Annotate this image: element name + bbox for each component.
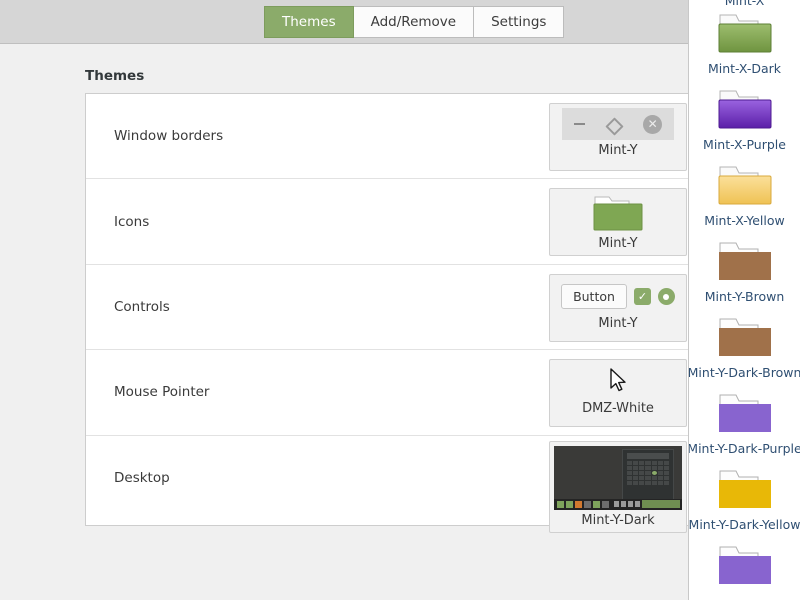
chooser-item-label: Mint-X bbox=[725, 0, 765, 8]
folder-icon-wrap bbox=[716, 10, 774, 58]
chooser-item-label: Mint-X-Dark bbox=[708, 61, 781, 76]
tab-settings-label: Settings bbox=[491, 14, 546, 30]
folder-icon bbox=[716, 240, 774, 284]
header-bar: Themes Add/Remove Settings bbox=[0, 0, 800, 44]
list-item[interactable]: Mint-Y-Dark-Yellow bbox=[689, 466, 800, 542]
mouse-pointer-preview-button[interactable]: DMZ-White bbox=[549, 359, 687, 427]
list-item[interactable]: Mint-Y-Dark-Purple bbox=[689, 390, 800, 466]
folder-icon bbox=[716, 544, 774, 588]
tab-settings[interactable]: Settings bbox=[474, 6, 564, 38]
chooser-item-label: Mint-X-Purple bbox=[703, 137, 786, 152]
restore-icon bbox=[608, 119, 619, 130]
folder-icon bbox=[716, 88, 774, 132]
themes-list-panel: Window borders ✕ Mint-Y Icons bbox=[85, 93, 697, 526]
page-title: Themes bbox=[85, 68, 144, 84]
window-buttons-strip: ✕ bbox=[562, 108, 674, 140]
tab-themes[interactable]: Themes bbox=[264, 6, 354, 38]
list-item[interactable]: Mint-X bbox=[689, 0, 800, 10]
calendar-popup-thumb bbox=[622, 449, 674, 503]
window-borders-value: Mint-Y bbox=[550, 140, 686, 162]
sample-button: Button bbox=[561, 284, 627, 309]
folder-icon bbox=[716, 468, 774, 512]
chooser-item-label: Mint-X-Yellow bbox=[704, 213, 784, 228]
list-item[interactable]: Mint-Y-Dark-Brown bbox=[689, 314, 800, 390]
row-label-icons: Icons bbox=[114, 214, 149, 230]
row-label-controls: Controls bbox=[114, 299, 170, 315]
minimize-icon bbox=[574, 123, 585, 125]
chooser-item-label: Mint-Y-Dark-Brown bbox=[688, 365, 800, 380]
folder-icon-wrap bbox=[716, 238, 774, 286]
tab-add-remove-label: Add/Remove bbox=[371, 14, 456, 30]
chooser-item-label: Mint-Y-Dark-Yellow bbox=[689, 517, 800, 532]
chooser-item-label: Mint-Y-Dark-Purple bbox=[688, 441, 800, 456]
radio-icon bbox=[658, 288, 675, 305]
controls-preview-button[interactable]: Button ✓ Mint-Y bbox=[549, 274, 687, 342]
checkbox-icon: ✓ bbox=[634, 288, 651, 305]
controls-preview-graphic: Button ✓ bbox=[561, 281, 675, 313]
folder-icon bbox=[716, 316, 774, 360]
folder-icon bbox=[591, 193, 645, 233]
table-row: Desktop bbox=[86, 436, 696, 521]
folder-icon-wrap bbox=[716, 162, 774, 210]
desktop-thumbnail bbox=[554, 446, 682, 510]
theme-chooser-popup: Mint-X Mint-X-Dark Mint-X-Purple bbox=[688, 0, 800, 600]
window-borders-preview-button[interactable]: ✕ Mint-Y bbox=[549, 103, 687, 171]
folder-icon-wrap bbox=[716, 390, 774, 438]
chooser-item-label: Mint-Y-Brown bbox=[705, 289, 785, 304]
tab-bar: Themes Add/Remove Settings bbox=[264, 6, 564, 38]
folder-icon bbox=[716, 392, 774, 436]
folder-icon bbox=[716, 12, 774, 56]
mouse-pointer-value: DMZ-White bbox=[550, 398, 686, 420]
folder-icon-wrap bbox=[716, 314, 774, 362]
icons-preview-graphic bbox=[591, 193, 645, 233]
cursor-preview-graphic bbox=[608, 364, 628, 398]
folder-icon-wrap bbox=[716, 86, 774, 134]
folder-icon-wrap bbox=[716, 466, 774, 514]
list-item[interactable]: Mint-X-Purple bbox=[689, 86, 800, 162]
table-row: Controls Button ✓ Mint-Y bbox=[86, 265, 696, 350]
icons-preview-button[interactable]: Mint-Y bbox=[549, 188, 687, 256]
row-label-window-borders: Window borders bbox=[114, 128, 223, 144]
table-row: Icons Mint-Y bbox=[86, 179, 696, 264]
row-label-desktop: Desktop bbox=[114, 470, 170, 486]
folder-icon bbox=[716, 164, 774, 208]
desktop-value: Mint-Y-Dark bbox=[550, 510, 686, 532]
folder-icon-wrap bbox=[716, 542, 774, 590]
desktop-preview-button[interactable]: Mint-Y-Dark bbox=[549, 441, 687, 533]
table-row: Window borders ✕ Mint-Y bbox=[86, 94, 696, 179]
list-item[interactable]: Mint-Y-Brown bbox=[689, 238, 800, 314]
row-label-mouse-pointer: Mouse Pointer bbox=[114, 384, 209, 400]
tab-themes-label: Themes bbox=[282, 14, 336, 30]
list-item[interactable]: Mint-X-Dark bbox=[689, 10, 800, 86]
cursor-arrow-icon bbox=[608, 367, 628, 395]
content-area: Themes Window borders ✕ Mint-Y Icons bbox=[0, 44, 800, 600]
list-item[interactable]: Mint-X-Yellow bbox=[689, 162, 800, 238]
controls-value: Mint-Y bbox=[550, 313, 686, 335]
list-item[interactable] bbox=[689, 542, 800, 600]
taskbar-thumb bbox=[554, 499, 682, 510]
table-row: Mouse Pointer DMZ-White bbox=[86, 350, 696, 435]
tab-add-remove[interactable]: Add/Remove bbox=[354, 6, 474, 38]
icons-value: Mint-Y bbox=[550, 233, 686, 255]
close-icon: ✕ bbox=[643, 115, 662, 134]
